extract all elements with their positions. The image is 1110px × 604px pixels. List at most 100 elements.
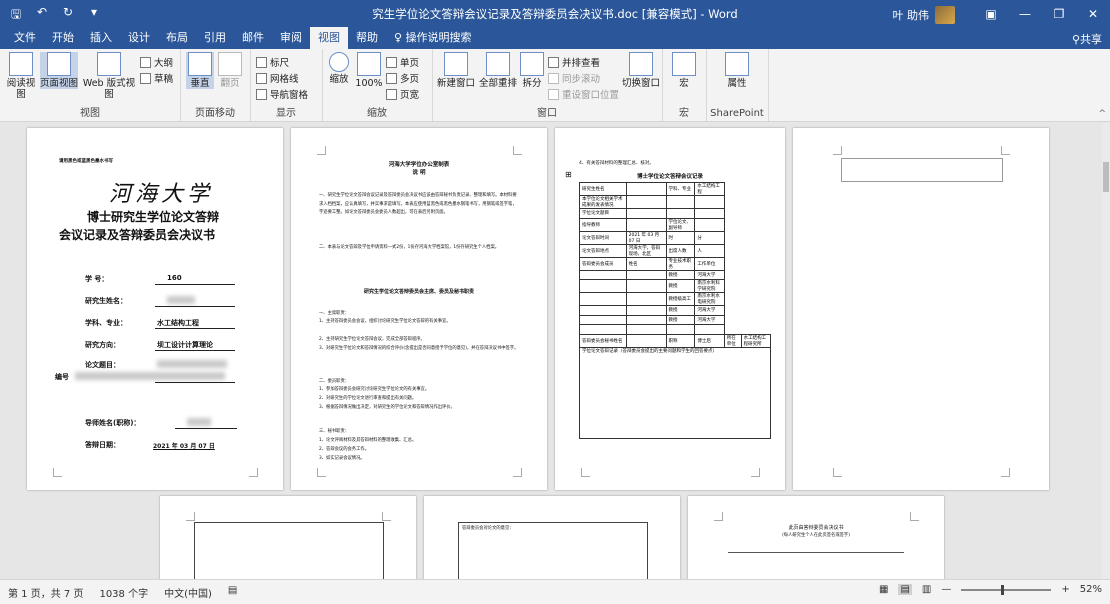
tab-mailings[interactable]: 邮件 — [234, 27, 272, 49]
nav-pane-checkbox[interactable]: 导航窗格 — [256, 87, 308, 101]
record-table-cell[interactable]: 出席人数 — [665, 243, 696, 258]
record-table-cell[interactable] — [665, 208, 696, 219]
user-account[interactable]: 叶 助伟 — [893, 6, 955, 24]
record-table-cell[interactable]: 教授级高工 — [665, 292, 696, 306]
record-table-cell[interactable] — [625, 333, 667, 348]
zoom-slider-knob[interactable] — [1001, 584, 1005, 595]
record-table-cell[interactable]: 专业技术职务 — [665, 256, 696, 271]
record-table-cell[interactable] — [625, 195, 667, 209]
record-table-cell[interactable]: 研究生姓名 — [579, 182, 627, 196]
tab-file[interactable]: 文件 — [6, 27, 44, 49]
record-table-cell[interactable] — [625, 292, 667, 306]
new-window-button[interactable]: 新建窗口 — [436, 52, 476, 89]
close-icon[interactable]: ✕ — [1076, 0, 1110, 27]
zoom-level[interactable]: 52% — [1080, 584, 1102, 595]
record-table-cell[interactable] — [625, 182, 667, 196]
record-table-cell[interactable]: 工作单位 — [694, 256, 725, 271]
record-table-cell[interactable]: 学科、专业 — [665, 182, 696, 196]
record-table-cell[interactable]: 南京水利科学研究院 — [694, 279, 725, 293]
record-table-cell[interactable]: 论文答辩时间 — [579, 230, 627, 245]
ruler-checkbox[interactable]: 标尺 — [256, 55, 289, 69]
record-table-cell[interactable] — [625, 208, 667, 219]
reset-position-button[interactable]: 重设窗口位置 — [548, 87, 619, 101]
zoom-in-icon[interactable]: + — [1061, 584, 1069, 595]
record-table-cell[interactable] — [665, 195, 696, 209]
record-table-cell[interactable]: 答辩委员会成员 — [579, 256, 627, 271]
web-layout-view-icon[interactable]: ▥ — [922, 584, 931, 595]
record-table-cell[interactable]: 姓名 — [625, 256, 667, 271]
record-table-cell[interactable]: 指导教师 — [579, 217, 627, 232]
draft-button[interactable]: 草稿 — [140, 71, 173, 85]
record-table-cell[interactable] — [694, 217, 725, 232]
share-button[interactable]: ⚲共享 — [1072, 31, 1102, 47]
tab-view[interactable]: 视图 — [310, 27, 348, 49]
one-page-button[interactable]: 单页 — [386, 55, 419, 69]
tab-design[interactable]: 设计 — [120, 27, 158, 49]
record-table-cell[interactable]: 时 — [665, 230, 696, 245]
record-table-cell[interactable]: 南京水利水电研究院 — [694, 292, 725, 306]
read-mode-button[interactable]: 阅读视图 — [4, 52, 38, 100]
record-table-cell[interactable]: 水工结构工程 — [694, 182, 725, 196]
macros-button[interactable]: 宏 — [670, 52, 698, 89]
record-table-cell[interactable] — [694, 324, 725, 335]
record-table-cell[interactable] — [694, 195, 725, 209]
tab-home[interactable]: 开始 — [44, 27, 82, 49]
side-by-side-button[interactable]: 并排查看 — [548, 55, 600, 69]
record-notes-cell[interactable]: 学位论文答辩记录（答辩委员会提出的主要问题和学生的回答要点） — [579, 346, 771, 439]
record-table-cell[interactable] — [579, 314, 627, 325]
read-mode-view-icon[interactable]: ▦ — [879, 584, 888, 595]
sync-scroll-button[interactable]: 同步滚动 — [548, 71, 600, 85]
record-table-cell[interactable] — [579, 269, 627, 280]
multi-page-button[interactable]: 多页 — [386, 71, 419, 85]
record-table-cell[interactable]: 学位论文、副导师 — [665, 217, 696, 232]
record-table-cell[interactable]: 河海大学 — [694, 314, 725, 325]
record-table-cell[interactable]: 教授 — [665, 314, 696, 325]
record-table-cell[interactable] — [665, 324, 696, 335]
gridlines-checkbox[interactable]: 网格线 — [256, 71, 299, 85]
tab-review[interactable]: 审阅 — [272, 27, 310, 49]
record-table-cell[interactable] — [625, 305, 667, 316]
record-table-cell[interactable]: 2021 年 03 月 07 日 — [625, 230, 667, 245]
record-table-cell[interactable]: 教授 — [665, 279, 696, 293]
record-table-cell[interactable] — [625, 279, 667, 293]
record-table-cell[interactable]: 本学位论文相关学术成果的发表情况 — [579, 195, 627, 209]
record-table-cell[interactable] — [625, 324, 667, 335]
minimize-icon[interactable]: — — [1008, 0, 1042, 27]
zoom-button[interactable]: 缩放 — [326, 52, 352, 85]
record-table-cell[interactable] — [579, 305, 627, 316]
record-table-cell[interactable]: 答辩委员会秘书姓名 — [579, 333, 627, 348]
record-table-cell[interactable]: 学位论文题目 — [579, 208, 627, 219]
record-table-cell[interactable] — [579, 292, 627, 306]
page-count[interactable]: 第 1 页，共 7 页 — [8, 585, 83, 600]
switch-windows-button[interactable]: 切换窗口 — [622, 52, 660, 89]
tell-me-search[interactable]: ♀ 操作说明搜索 — [386, 27, 480, 49]
language[interactable]: 中文(中国) — [164, 585, 212, 600]
web-layout-button[interactable]: Web 版式视图 — [80, 52, 138, 100]
print-layout-button[interactable]: 页面视图 — [40, 52, 78, 89]
record-table-cell[interactable]: 分 — [694, 230, 725, 245]
record-table-cell[interactable]: 所在单位 — [723, 333, 742, 348]
tab-insert[interactable]: 插入 — [82, 27, 120, 49]
macro-record-icon[interactable]: ▤ — [228, 585, 237, 600]
arrange-all-button[interactable]: 全部重排 — [478, 52, 518, 89]
zoom-slider[interactable] — [961, 584, 1052, 595]
restore-icon[interactable]: ❐ — [1042, 0, 1076, 27]
record-table-cell[interactable]: 河海大学 — [694, 305, 725, 316]
record-table-cell[interactable]: 河海大学，答辩现场，北区 — [625, 243, 667, 258]
collapse-ribbon-icon[interactable]: ^ — [1098, 109, 1106, 119]
zoom-out-icon[interactable]: — — [941, 584, 951, 595]
properties-button[interactable]: 属性 — [722, 52, 752, 89]
record-table-cell[interactable]: 水工结构工程研究所 — [740, 333, 772, 348]
tab-help[interactable]: 帮助 — [348, 27, 386, 49]
word-count[interactable]: 1038 个字 — [99, 585, 148, 600]
record-table-cell[interactable] — [694, 208, 725, 219]
record-table-cell[interactable]: 职称 — [665, 333, 696, 348]
vertical-scrollbar[interactable] — [1102, 122, 1110, 579]
print-layout-view-icon[interactable]: ▤ — [898, 584, 912, 595]
record-table-cell[interactable]: 人 — [694, 243, 725, 258]
record-table-cell[interactable]: 教授 — [665, 305, 696, 316]
side-to-side-button[interactable]: 翻页 — [216, 52, 244, 89]
record-table-cell[interactable] — [625, 217, 667, 232]
scrollbar-thumb[interactable] — [1103, 162, 1109, 192]
record-table-cell[interactable]: 博士后 — [694, 333, 725, 348]
